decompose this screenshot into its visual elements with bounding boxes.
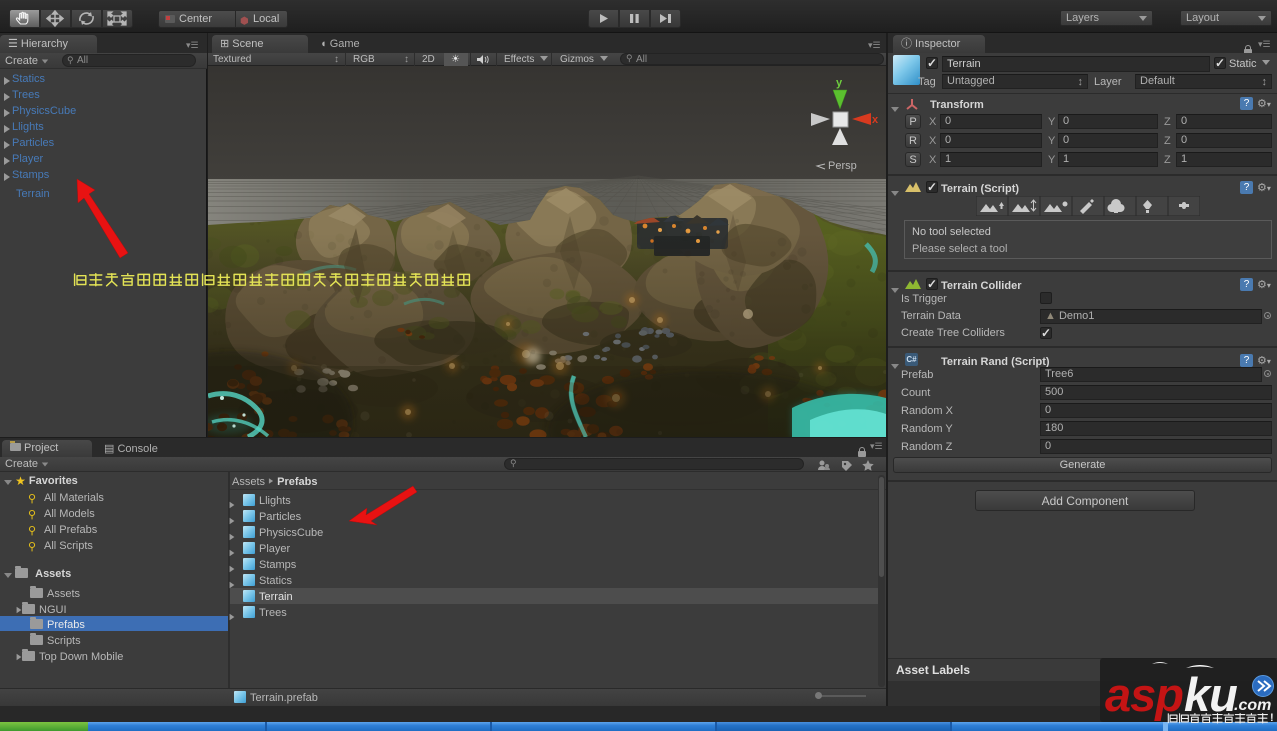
svg-text:asp: asp <box>1105 668 1183 721</box>
svg-text:!: ! <box>1270 712 1274 724</box>
svg-text:ku: ku <box>1184 668 1237 721</box>
svg-text:.com: .com <box>1234 697 1271 714</box>
